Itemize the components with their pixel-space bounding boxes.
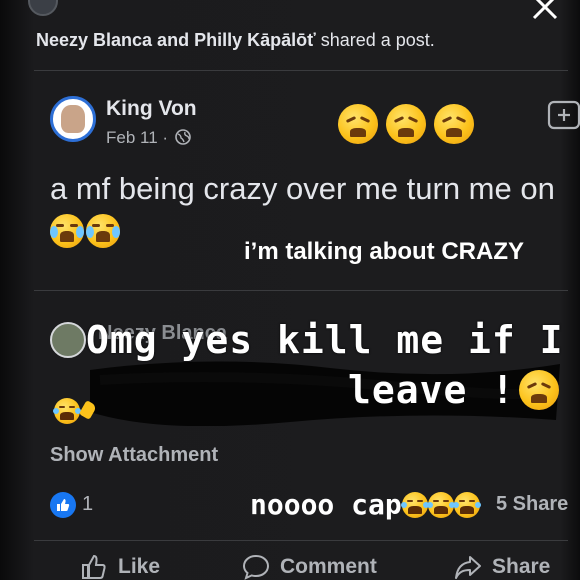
post-meta: Feb 11 ·: [106, 128, 191, 148]
avatar-photo: [61, 105, 85, 133]
save-post-icon[interactable]: [546, 98, 580, 130]
weary-face-icon: [338, 104, 378, 144]
share-label: Share: [492, 555, 551, 578]
nocap-text: noooo cap: [250, 488, 402, 521]
share-count[interactable]: 5 Share: [496, 493, 568, 516]
post-text: a mf being crazy over me turn me on: [50, 171, 555, 206]
loudly-crying-face-icon: [50, 214, 84, 248]
weary-face-icon: [519, 370, 560, 410]
loudly-crying-face-icon: [86, 214, 120, 248]
crying-emojis: [50, 214, 120, 248]
comment-emojis: [53, 398, 98, 424]
author-avatar[interactable]: [50, 96, 96, 142]
share-button[interactable]: Share: [454, 553, 550, 580]
story-text-overlay-3: noooo cap: [250, 488, 481, 521]
globe-icon: [174, 129, 191, 145]
divider: [34, 540, 568, 541]
comment-label: Comment: [280, 555, 377, 578]
like-count[interactable]: 1: [82, 493, 93, 516]
story-text-overlay: Omg yes kill me if I: [86, 318, 564, 362]
weary-face-icon: [434, 104, 474, 144]
story-text-overlay-2: leave !: [348, 368, 560, 412]
comment-button[interactable]: Comment: [242, 553, 377, 580]
like-label: Like: [118, 555, 161, 578]
post-date[interactable]: Feb 11 ·: [106, 128, 173, 147]
post-screen: Neezy Blanca and Philly Kāpālōť shared a…: [0, 0, 580, 580]
post-author[interactable]: King Von: [106, 97, 197, 121]
thumbs-up-icon: [82, 554, 106, 579]
like-button[interactable]: Like: [80, 553, 160, 580]
top-avatar[interactable]: [28, 0, 58, 16]
story-caption-overlay: i’m talking about CRAZY: [244, 238, 525, 265]
shared-by-line: Neezy Blanca and Philly Kāpālōť shared a…: [36, 30, 435, 51]
shared-suffix: shared a post.: [315, 30, 435, 50]
show-attachment-link[interactable]: Show Attachment: [50, 444, 218, 467]
weary-face-icon: [386, 104, 426, 144]
comment-avatar[interactable]: [50, 322, 86, 358]
thumbs-up-icon: [57, 499, 70, 511]
shared-by-names[interactable]: Neezy Blanca and Philly Kāpālōť: [36, 30, 316, 50]
weary-emojis-overlay: [338, 104, 474, 144]
tears-of-joy-icon: [53, 398, 81, 424]
close-icon[interactable]: [528, 0, 562, 24]
comment-icon: [242, 554, 270, 580]
share-arrow-icon: [455, 556, 481, 579]
leave-text: leave !: [348, 368, 516, 412]
divider: [34, 70, 568, 71]
tears-of-joy-icon: [426, 491, 455, 518]
divider: [34, 290, 568, 291]
tears-of-joy-icon: [452, 491, 481, 518]
like-reaction-icon[interactable]: [50, 492, 76, 518]
tears-of-joy-icon: [400, 491, 429, 518]
